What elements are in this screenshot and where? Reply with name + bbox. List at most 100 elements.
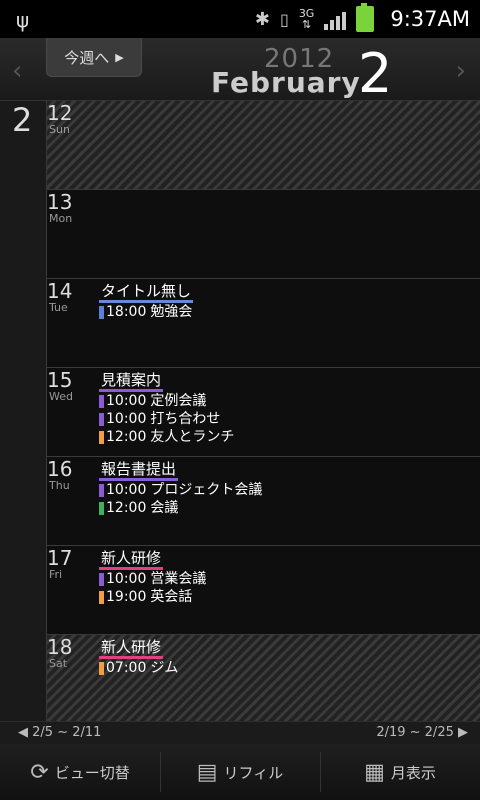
all-day-event-title[interactable]: 見積案内 — [99, 371, 164, 392]
event-label: 勉強会 — [150, 304, 193, 320]
event-color-marker — [99, 394, 104, 408]
event-time: 18:00 — [106, 304, 147, 320]
day-number: 13 — [47, 190, 73, 214]
day-row-sun[interactable]: 12 Sun — [47, 101, 480, 190]
all-day-event-title[interactable]: 報告書提出 — [99, 460, 179, 481]
day-name: Wed — [49, 390, 73, 403]
refresh-icon: ⟳ — [30, 759, 49, 785]
next-range-link[interactable]: 2/19 ~ 2/25 ▶ — [376, 725, 468, 740]
event-item[interactable]: 10:00 プロジェクト会議 — [99, 481, 262, 499]
event-color-marker — [99, 572, 104, 586]
event-label: 営業会議 — [150, 571, 207, 587]
event-item[interactable]: 10:00 定例会議 — [99, 392, 234, 410]
day-row-mon[interactable]: 13 Mon — [47, 190, 480, 279]
event-item[interactable]: 18:00 勉強会 — [99, 303, 193, 321]
event-label: ジム — [150, 660, 179, 676]
day-name: Thu — [49, 479, 70, 492]
day-row-wed[interactable]: 15 Wed 見積案内 10:00 定例会議 10:00 打ち合わせ 12:00 友人… — [47, 368, 480, 457]
day-number: 12 — [47, 101, 73, 125]
event-item[interactable]: 12:00 友人とランチ — [99, 428, 234, 446]
event-label: 定例会議 — [150, 393, 207, 409]
week-days: 12 Sun 13 Mon 14 Tue タイトル無し 18:00 勉強会 15 … — [47, 101, 480, 724]
side-week-number: 2 — [12, 101, 33, 139]
all-day-event-title[interactable]: 新人研修 — [99, 638, 164, 659]
event-label: 会議 — [150, 500, 179, 516]
next-week-arrow-icon[interactable]: › — [456, 56, 466, 86]
day-name: Fri — [49, 568, 63, 581]
event-label: プロジェクト会議 — [150, 482, 263, 498]
next-range-label: 2/19 ~ 2/25 — [376, 725, 454, 740]
event-time: 10:00 — [106, 393, 147, 409]
view-toggle-button[interactable]: ⟳ ビュー切替 — [0, 744, 160, 800]
event-label: 友人とランチ — [150, 429, 235, 445]
usb-icon: ψ — [16, 8, 30, 32]
event-time: 10:00 — [106, 411, 147, 427]
refill-label: リフィル — [223, 763, 284, 782]
event-item[interactable]: 10:00 打ち合わせ — [99, 410, 234, 428]
all-day-event-title[interactable]: タイトル無し — [99, 282, 194, 303]
event-time: 10:00 — [106, 482, 147, 498]
day-number: 15 — [47, 368, 73, 392]
event-time: 12:00 — [106, 429, 147, 445]
calendar-header: ‹ 今週へ ▶ 2012 February 2 › — [0, 38, 480, 105]
day-row-fri[interactable]: 17 Fri 新人研修 10:00 営業会議 19:00 英会話 — [47, 546, 480, 635]
prev-range-label: 2/5 ~ 2/11 — [32, 725, 102, 740]
event-label: 打ち合わせ — [150, 411, 221, 427]
this-week-label: 今週へ — [64, 48, 110, 67]
week-side-column: 2 — [0, 101, 47, 721]
status-bar: ψ ✱ ▯ 3G ⇅ 9:37AM — [0, 0, 480, 38]
event-item[interactable]: 07:00 ジム — [99, 659, 178, 677]
triangle-right-icon: ▶ — [115, 50, 124, 64]
day-name: Sat — [49, 657, 68, 670]
day-events: 報告書提出 10:00 プロジェクト会議 12:00 会議 — [99, 459, 262, 517]
event-item[interactable]: 19:00 英会話 — [99, 588, 206, 606]
bluetooth-icon: ✱ — [254, 8, 270, 30]
day-events: 新人研修 07:00 ジム — [99, 637, 178, 677]
day-row-sat[interactable]: 18 Sat 新人研修 07:00 ジム — [47, 635, 480, 724]
refill-icon: ▤ — [196, 759, 218, 785]
day-number: 16 — [47, 457, 73, 481]
calendar-icon: ▦ — [364, 759, 385, 785]
event-time: 10:00 — [106, 571, 147, 587]
view-toggle-label: ビュー切替 — [54, 763, 130, 782]
event-item[interactable]: 10:00 営業会議 — [99, 570, 206, 588]
month-label: February — [211, 66, 361, 99]
day-name: Mon — [49, 212, 73, 225]
event-item[interactable]: 12:00 会議 — [99, 499, 262, 517]
battery-icon — [356, 3, 375, 32]
event-time: 12:00 — [106, 500, 147, 516]
refill-button[interactable]: ▤ リフィル — [160, 744, 320, 800]
day-row-tue[interactable]: 14 Tue タイトル無し 18:00 勉強会 — [47, 279, 480, 368]
event-color-marker — [99, 305, 104, 319]
day-number: 18 — [47, 635, 73, 659]
event-color-marker — [99, 661, 104, 675]
event-time: 07:00 — [106, 660, 147, 676]
day-number: 17 — [47, 546, 73, 570]
bottom-toolbar: ⟳ ビュー切替 ▤ リフィル ▦ 月表示 — [0, 744, 480, 800]
clock: 9:37AM — [390, 7, 470, 31]
event-label: 英会話 — [150, 589, 193, 605]
prev-week-arrow-icon[interactable]: ‹ — [12, 56, 22, 86]
day-row-thu[interactable]: 16 Thu 報告書提出 10:00 プロジェクト会議 12:00 会議 — [47, 457, 480, 546]
event-color-marker — [99, 501, 104, 515]
month-view-label: 月表示 — [390, 763, 436, 782]
week-number: 2 — [358, 42, 393, 105]
day-events: タイトル無し 18:00 勉強会 — [99, 281, 194, 321]
day-number: 14 — [47, 279, 73, 303]
network-type: 3G ⇅ — [298, 7, 315, 31]
event-time: 19:00 — [106, 589, 147, 605]
status-icons: ✱ ▯ 3G ⇅ 9:37AM — [255, 0, 470, 38]
this-week-button[interactable]: 今週へ ▶ — [46, 38, 142, 77]
prev-range-link[interactable]: ◀ 2/5 ~ 2/11 — [18, 725, 101, 740]
event-color-marker — [99, 430, 104, 444]
event-color-marker — [99, 590, 104, 604]
event-color-marker — [99, 483, 104, 497]
all-day-event-title[interactable]: 新人研修 — [99, 549, 164, 570]
week-range-bar: ◀ 2/5 ~ 2/11 2/19 ~ 2/25 ▶ — [0, 721, 480, 744]
signal-icon — [324, 8, 347, 30]
day-events: 見積案内 10:00 定例会議 10:00 打ち合わせ 12:00 友人とランチ — [99, 370, 234, 446]
month-view-button[interactable]: ▦ 月表示 — [320, 744, 480, 800]
event-color-marker — [99, 412, 104, 426]
day-name: Sun — [49, 123, 70, 136]
day-events: 新人研修 10:00 営業会議 19:00 英会話 — [99, 548, 206, 606]
